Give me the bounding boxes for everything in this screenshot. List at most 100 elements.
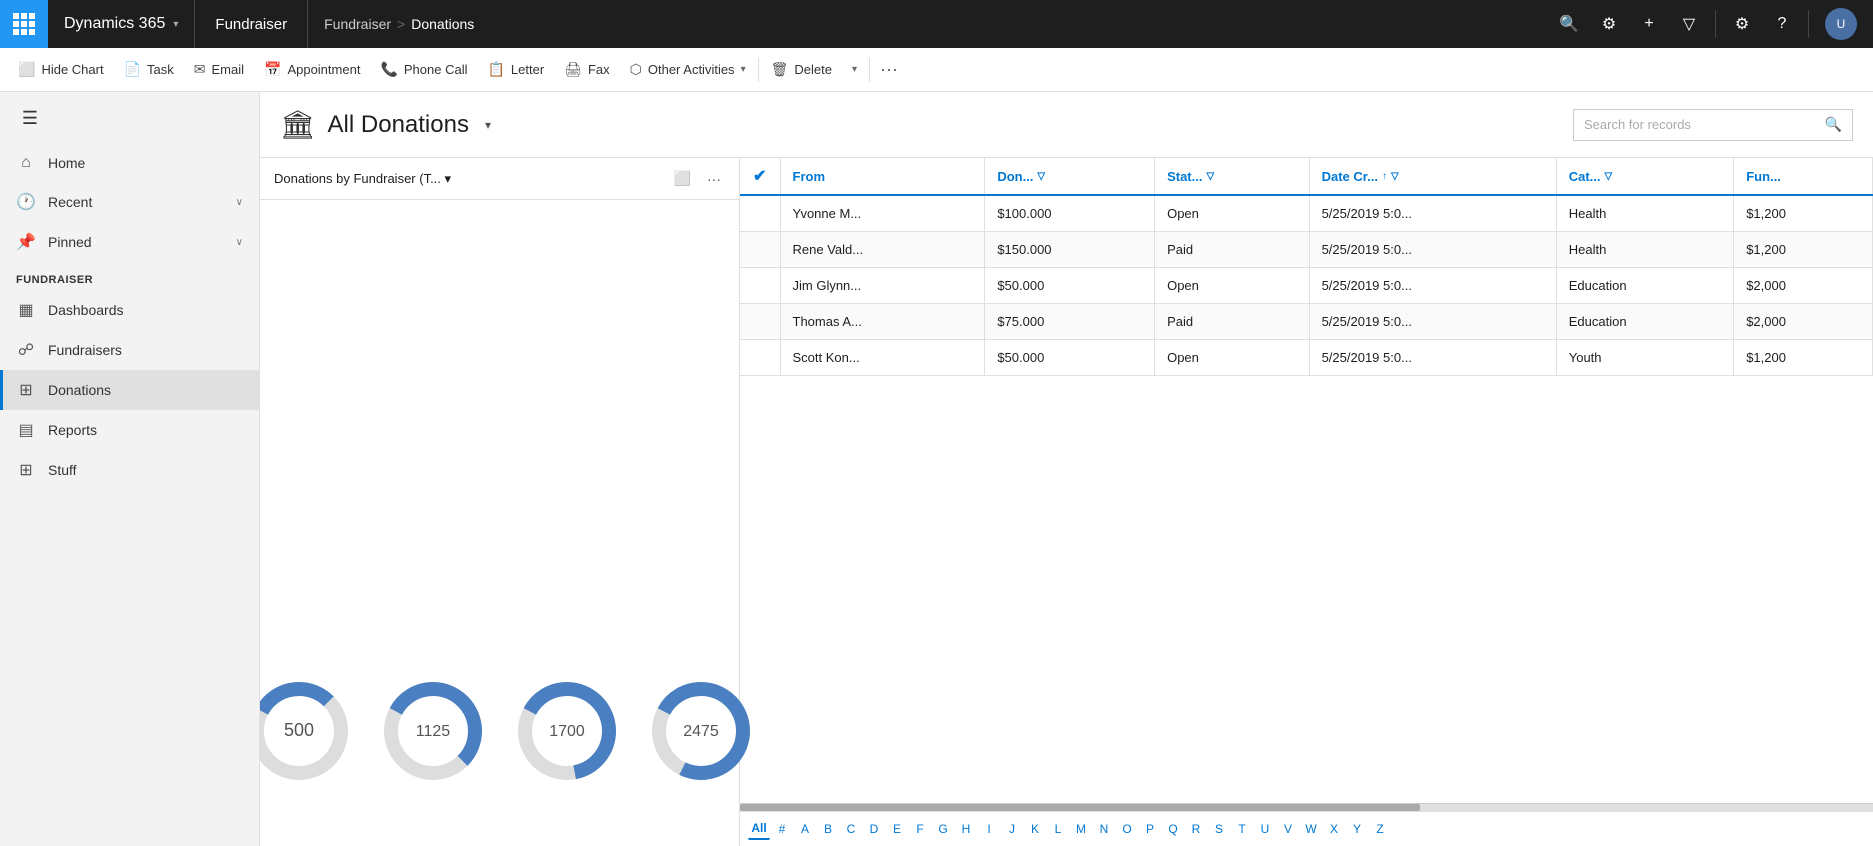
table-row[interactable]: Yvonne M... $100.000 Open 5/25/2019 5:0.… bbox=[740, 195, 1873, 232]
help-icon[interactable]: ? bbox=[1764, 6, 1800, 42]
row-check[interactable] bbox=[740, 268, 780, 304]
delete-icon: 🗑 bbox=[771, 61, 789, 78]
col-date[interactable]: Date Cr... ↑ ▽ bbox=[1309, 158, 1556, 195]
delete-chevron-button[interactable]: ▾ bbox=[842, 48, 867, 91]
search-magnifier-icon[interactable]: 🔍 bbox=[1825, 116, 1842, 133]
col-status[interactable]: Stat... ▽ bbox=[1155, 158, 1310, 195]
row-check[interactable] bbox=[740, 340, 780, 376]
alpha-nav-u[interactable]: U bbox=[1254, 818, 1276, 840]
date-sort-icon[interactable]: ↑ bbox=[1382, 171, 1387, 182]
alpha-nav-g[interactable]: G bbox=[932, 818, 954, 840]
delete-button[interactable]: 🗑 Delete bbox=[761, 48, 842, 91]
user-avatar[interactable]: U bbox=[1825, 8, 1857, 40]
hamburger-button[interactable]: ☰ bbox=[8, 96, 52, 140]
sidebar-item-pinned[interactable]: 📌 Pinned ∨ bbox=[0, 222, 259, 262]
alpha-nav-n[interactable]: N bbox=[1093, 818, 1115, 840]
table-scrollbar[interactable] bbox=[740, 803, 1873, 811]
date-filter-icon[interactable]: ▽ bbox=[1391, 171, 1399, 182]
gear-icon[interactable]: ⚙ bbox=[1724, 6, 1760, 42]
donut-chart-2: 1125 bbox=[378, 676, 488, 786]
alpha-nav-s[interactable]: S bbox=[1208, 818, 1230, 840]
page-title-chevron-icon[interactable]: ▾ bbox=[485, 118, 491, 132]
email-button[interactable]: ✉ Email bbox=[184, 48, 254, 91]
alpha-nav-i[interactable]: I bbox=[978, 818, 1000, 840]
other-activities-label: Other Activities bbox=[648, 62, 735, 77]
alpha-nav-p[interactable]: P bbox=[1139, 818, 1161, 840]
other-activities-button[interactable]: ⬡ Other Activities ▾ bbox=[620, 48, 756, 91]
col-donation[interactable]: Don... ▽ bbox=[985, 158, 1155, 195]
alpha-nav-a[interactable]: A bbox=[794, 818, 816, 840]
chart-expand-button[interactable]: ⬜ bbox=[670, 168, 695, 189]
alpha-nav-#[interactable]: # bbox=[771, 818, 793, 840]
select-all-checkbox[interactable]: ✔ bbox=[753, 166, 766, 186]
search-box[interactable]: Search for records 🔍 bbox=[1573, 109, 1853, 141]
alpha-nav-w[interactable]: W bbox=[1300, 818, 1322, 840]
sidebar-item-fundraisers[interactable]: ☍ Fundraisers bbox=[0, 330, 259, 370]
col-fundraiser[interactable]: Fun... bbox=[1734, 158, 1873, 195]
alpha-nav-j[interactable]: J bbox=[1001, 818, 1023, 840]
alpha-nav-r[interactable]: R bbox=[1185, 818, 1207, 840]
alpha-nav-l[interactable]: L bbox=[1047, 818, 1069, 840]
alpha-nav-all[interactable]: All bbox=[748, 818, 770, 840]
alpha-nav-k[interactable]: K bbox=[1024, 818, 1046, 840]
table-row[interactable]: Thomas A... $75.000 Paid 5/25/2019 5:0..… bbox=[740, 304, 1873, 340]
sidebar-item-stuff[interactable]: ⊞ Stuff bbox=[0, 450, 259, 490]
settings-ring-icon[interactable]: ⚙ bbox=[1591, 6, 1627, 42]
col-category[interactable]: Cat... ▽ bbox=[1556, 158, 1733, 195]
alpha-nav-d[interactable]: D bbox=[863, 818, 885, 840]
add-icon[interactable]: + bbox=[1631, 6, 1667, 42]
row-check[interactable] bbox=[740, 195, 780, 232]
table-row[interactable]: Jim Glynn... $50.000 Open 5/25/2019 5:0.… bbox=[740, 268, 1873, 304]
alpha-nav-x[interactable]: X bbox=[1323, 818, 1345, 840]
alpha-nav-b[interactable]: B bbox=[817, 818, 839, 840]
appointment-button[interactable]: 📅 Appointment bbox=[254, 48, 370, 91]
sidebar-item-home[interactable]: ⌂ Home bbox=[0, 144, 259, 182]
phone-call-button[interactable]: 📞 Phone Call bbox=[370, 48, 477, 91]
alpha-nav-h[interactable]: H bbox=[955, 818, 977, 840]
letter-button[interactable]: 📋 Letter bbox=[477, 48, 554, 91]
chart-controls: ⬜ ··· bbox=[670, 168, 725, 189]
module-button[interactable]: Fundraiser bbox=[195, 0, 308, 48]
alpha-nav-e[interactable]: E bbox=[886, 818, 908, 840]
alpha-nav-q[interactable]: Q bbox=[1162, 818, 1184, 840]
waffle-button[interactable] bbox=[0, 0, 48, 48]
col-donation-label: Don... bbox=[997, 169, 1033, 184]
hide-chart-button[interactable]: ⬜ Hide Chart bbox=[8, 48, 114, 91]
sidebar-item-donations[interactable]: ⊞ Donations bbox=[0, 370, 259, 410]
hide-chart-icon: ⬜ bbox=[18, 61, 35, 78]
fundraisers-icon: ☍ bbox=[16, 340, 36, 360]
chart-title-chevron-icon[interactable]: ▾ bbox=[445, 171, 452, 186]
alpha-nav-z[interactable]: Z bbox=[1369, 818, 1391, 840]
filter-icon[interactable]: ▽ bbox=[1671, 6, 1707, 42]
table-wrap[interactable]: ✔ From Don... bbox=[740, 158, 1873, 803]
alpha-nav-f[interactable]: F bbox=[909, 818, 931, 840]
row-check[interactable] bbox=[740, 304, 780, 340]
search-icon[interactable]: 🔍 bbox=[1551, 6, 1587, 42]
more-button[interactable]: ··· bbox=[872, 59, 906, 80]
row-status: Paid bbox=[1155, 304, 1310, 340]
chart-more-button[interactable]: ··· bbox=[703, 169, 725, 189]
table-row[interactable]: Rene Vald... $150.000 Paid 5/25/2019 5:0… bbox=[740, 232, 1873, 268]
task-button[interactable]: 📄 Task bbox=[114, 48, 184, 91]
row-fundraiser: $1,200 bbox=[1734, 195, 1873, 232]
alpha-nav-v[interactable]: V bbox=[1277, 818, 1299, 840]
alpha-nav-c[interactable]: C bbox=[840, 818, 862, 840]
donation-filter-icon[interactable]: ▽ bbox=[1037, 171, 1045, 182]
fax-button[interactable]: 🖨 Fax bbox=[554, 48, 619, 91]
breadcrumb-parent[interactable]: Fundraiser bbox=[324, 16, 391, 32]
app-brand[interactable]: Dynamics 365 ▾ bbox=[48, 0, 195, 48]
sidebar-item-recent[interactable]: 🕐 Recent ∨ bbox=[0, 182, 259, 222]
sidebar-item-reports[interactable]: ▤ Reports bbox=[0, 410, 259, 450]
category-filter-icon[interactable]: ▽ bbox=[1605, 171, 1613, 182]
row-check[interactable] bbox=[740, 232, 780, 268]
alpha-nav-m[interactable]: M bbox=[1070, 818, 1092, 840]
alpha-nav-y[interactable]: Y bbox=[1346, 818, 1368, 840]
alpha-nav-t[interactable]: T bbox=[1231, 818, 1253, 840]
breadcrumb: Fundraiser > Donations bbox=[308, 16, 1543, 32]
alpha-nav-o[interactable]: O bbox=[1116, 818, 1138, 840]
col-from[interactable]: From bbox=[780, 158, 985, 195]
table-row[interactable]: Scott Kon... $50.000 Open 5/25/2019 5:0.… bbox=[740, 340, 1873, 376]
col-check[interactable]: ✔ bbox=[740, 158, 780, 195]
status-filter-icon[interactable]: ▽ bbox=[1206, 171, 1214, 182]
sidebar-item-dashboards[interactable]: ▦ Dashboards bbox=[0, 290, 259, 330]
